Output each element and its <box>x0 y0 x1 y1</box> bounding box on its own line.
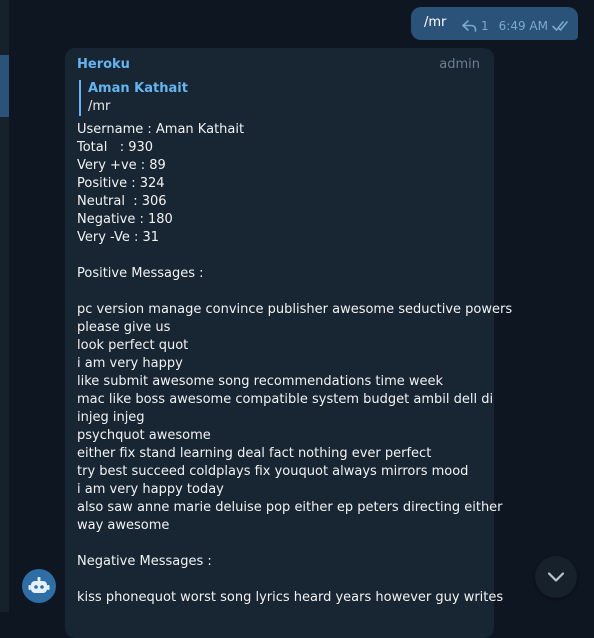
message-line <box>77 571 487 589</box>
message-line: Positive : 324 <box>77 176 165 191</box>
message-line: mac like boss awesome compatible system … <box>77 392 494 407</box>
bot-menu-button[interactable] <box>22 569 56 603</box>
message-line: like submit awesome song recommendations… <box>77 374 444 389</box>
scroll-down-button[interactable] <box>535 556 577 598</box>
message-line: Total : 930 <box>77 140 154 155</box>
reply-quote[interactable]: Aman Kathait /mr <box>79 80 459 116</box>
message-line: way awesome <box>77 518 170 533</box>
message-line <box>77 283 487 301</box>
message-line: psychquot awesome <box>77 428 211 443</box>
bot-icon <box>28 577 50 593</box>
message-time: 6:49 AM <box>498 19 548 33</box>
message-line: please give us <box>77 320 171 335</box>
message-line: i am very happy today <box>77 482 224 497</box>
message-line: kiss phonequot worst song lyrics heard y… <box>77 590 504 605</box>
double-check-icon <box>552 21 568 31</box>
reply-count: 1 <box>481 19 489 33</box>
message-line: Negative : 180 <box>77 212 173 227</box>
message-line: Negative Messages : <box>77 554 212 569</box>
sender-name[interactable]: Heroku <box>77 57 130 72</box>
sender-role-badge: admin <box>439 57 480 72</box>
chevron-down-icon <box>547 572 565 582</box>
message-line: try best succeed coldplays fix youquot a… <box>77 464 469 479</box>
outgoing-message[interactable]: /mr 1 6:49 AM <box>411 7 578 40</box>
message-line: injeg injeg <box>77 410 145 425</box>
message-line: also saw anne marie deluise pop either e… <box>77 500 503 515</box>
chat-list-strip <box>0 0 9 612</box>
selected-chat-indicator <box>0 55 9 117</box>
message-line <box>77 247 487 265</box>
message-line: pc version manage convince publisher awe… <box>77 302 513 317</box>
message-line: Positive Messages : <box>77 266 204 281</box>
reply-icon[interactable] <box>462 20 477 32</box>
message-line: Username : Aman Kathait <box>77 122 245 137</box>
message-line <box>77 535 487 553</box>
message-line: either fix stand learning deal fact noth… <box>77 446 432 461</box>
message-line: Very +ve : 89 <box>77 158 166 173</box>
message-line: i am very happy <box>77 356 183 371</box>
message-line: look perfect quot <box>77 338 189 353</box>
quote-text: /mr <box>88 99 111 114</box>
quote-author: Aman Kathait <box>88 81 188 96</box>
outgoing-message-meta: 1 6:49 AM <box>462 19 570 33</box>
message-line: Very -Ve : 31 <box>77 230 160 245</box>
message-line: Neutral : 306 <box>77 194 167 209</box>
outgoing-message-text: /mr <box>424 15 447 30</box>
message-body: Username : Aman Kathait Total : 930 Very +… <box>77 121 513 607</box>
incoming-message[interactable]: Heroku admin Aman Kathait /mr Username :… <box>65 48 513 638</box>
